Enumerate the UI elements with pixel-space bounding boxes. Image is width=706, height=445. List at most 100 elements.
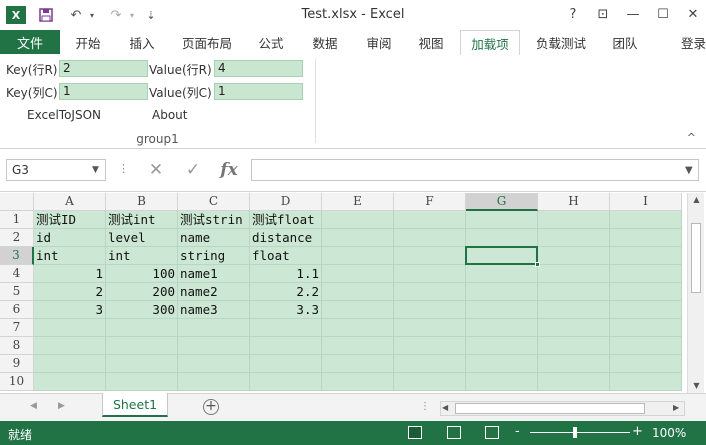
save-icon[interactable] [36,6,56,24]
cell-c3[interactable]: string [178,247,250,265]
cell-d1[interactable]: 测试float [250,211,322,229]
column-header-g[interactable]: G [466,193,538,211]
tab-formulas[interactable]: 公式 [248,30,294,54]
horizontal-scroll-thumb[interactable] [455,403,645,414]
cell-e2[interactable] [322,229,394,247]
cell-i2[interactable] [610,229,682,247]
undo-dropdown-icon[interactable]: ▾ [86,6,98,24]
column-header-c[interactable]: C [178,193,250,211]
cell-e3[interactable] [322,247,394,265]
cell-b10[interactable] [106,373,178,391]
prev-sheet-icon[interactable]: ◀ [30,401,37,411]
cell-d2[interactable]: distance [250,229,322,247]
formula-bar-grip-icon[interactable]: ⋮ [118,162,129,175]
column-header-a[interactable]: A [34,193,106,211]
cell-b7[interactable] [106,319,178,337]
redo-dropdown-icon[interactable]: ▾ [126,6,138,24]
column-header-f[interactable]: F [394,193,466,211]
close-button[interactable]: ✕ [682,4,704,24]
row-header-9[interactable]: 9 [0,355,34,373]
cell-f3[interactable] [394,247,466,265]
value-row-input[interactable]: 4 [214,60,303,77]
cell-h4[interactable] [538,265,610,283]
cell-e6[interactable] [322,301,394,319]
sheet-tab-sheet1[interactable]: Sheet1 [102,393,168,417]
cell-e5[interactable] [322,283,394,301]
cell-f4[interactable] [394,265,466,283]
tab-page-layout[interactable]: 页面布局 [174,30,240,54]
tab-data[interactable]: 数据 [302,30,348,54]
cell-a10[interactable] [34,373,106,391]
row-header-5[interactable]: 5 [0,283,34,301]
customize-quick-access-icon[interactable]: ⇣ [144,6,158,24]
cell-i3[interactable] [610,247,682,265]
cell-i1[interactable] [610,211,682,229]
cell-d9[interactable] [250,355,322,373]
cell-h2[interactable] [538,229,610,247]
cell-h8[interactable] [538,337,610,355]
page-break-view-icon[interactable] [485,426,499,439]
scroll-down-icon[interactable]: ▼ [688,381,705,390]
cell-d5[interactable]: 2.2 [250,283,322,301]
cell-a7[interactable] [34,319,106,337]
cell-b8[interactable] [106,337,178,355]
cell-g2[interactable] [466,229,538,247]
row-header-2[interactable]: 2 [0,229,34,247]
cell-f10[interactable] [394,373,466,391]
scroll-left-icon[interactable]: ◀ [442,403,448,412]
cell-c9[interactable] [178,355,250,373]
tab-view[interactable]: 视图 [408,30,454,54]
cell-g6[interactable] [466,301,538,319]
cell-h7[interactable] [538,319,610,337]
tab-insert[interactable]: 插入 [116,30,168,54]
cell-i7[interactable] [610,319,682,337]
cell-d4[interactable]: 1.1 [250,265,322,283]
zoom-slider[interactable] [530,432,630,433]
tab-team[interactable]: 团队 [602,30,648,54]
cell-i10[interactable] [610,373,682,391]
cell-d3[interactable]: float [250,247,322,265]
enter-entry-icon[interactable]: ✓ [176,159,210,181]
cell-c6[interactable]: name3 [178,301,250,319]
column-header-d[interactable]: D [250,193,322,211]
cell-b9[interactable] [106,355,178,373]
next-sheet-icon[interactable]: ▶ [58,401,65,411]
vertical-scrollbar[interactable]: ▲ ▼ [687,193,704,393]
cell-i8[interactable] [610,337,682,355]
select-all-corner[interactable] [0,193,34,211]
vertical-scroll-thumb[interactable] [691,223,701,293]
value-col-input[interactable]: 1 [214,83,303,100]
cell-f1[interactable] [394,211,466,229]
column-header-i[interactable]: I [610,193,682,211]
cell-e1[interactable] [322,211,394,229]
cell-e9[interactable] [322,355,394,373]
about-button[interactable]: About [152,108,187,122]
cell-e8[interactable] [322,337,394,355]
cell-f9[interactable] [394,355,466,373]
cell-f5[interactable] [394,283,466,301]
cell-i4[interactable] [610,265,682,283]
worksheet-grid[interactable]: A B C D E F G H I 1 测试ID 测试int 测试strin 测试float 2 id leve… [0,193,706,393]
cell-e7[interactable] [322,319,394,337]
minimize-button[interactable]: — [622,4,644,24]
zoom-level[interactable]: 100% [652,426,686,440]
cell-d10[interactable] [250,373,322,391]
tab-file[interactable]: 文件 [0,30,60,54]
cell-i5[interactable] [610,283,682,301]
tab-load-test[interactable]: 负载测试 [528,30,594,54]
sheet-bar-grip-icon[interactable]: ⋮ [420,401,430,412]
cell-c5[interactable]: name2 [178,283,250,301]
maximize-button[interactable]: ☐ [652,4,674,24]
row-header-8[interactable]: 8 [0,337,34,355]
key-col-input[interactable]: 1 [59,83,148,100]
column-header-h[interactable]: H [538,193,610,211]
column-header-b[interactable]: B [106,193,178,211]
cell-e10[interactable] [322,373,394,391]
cell-c2[interactable]: name [178,229,250,247]
cell-a6[interactable]: 3 [34,301,106,319]
cell-g4[interactable] [466,265,538,283]
expand-formula-bar-icon[interactable]: ▼ [685,165,693,176]
zoom-out-button[interactable]: - [515,424,520,439]
cell-i9[interactable] [610,355,682,373]
tab-home[interactable]: 开始 [62,30,114,54]
